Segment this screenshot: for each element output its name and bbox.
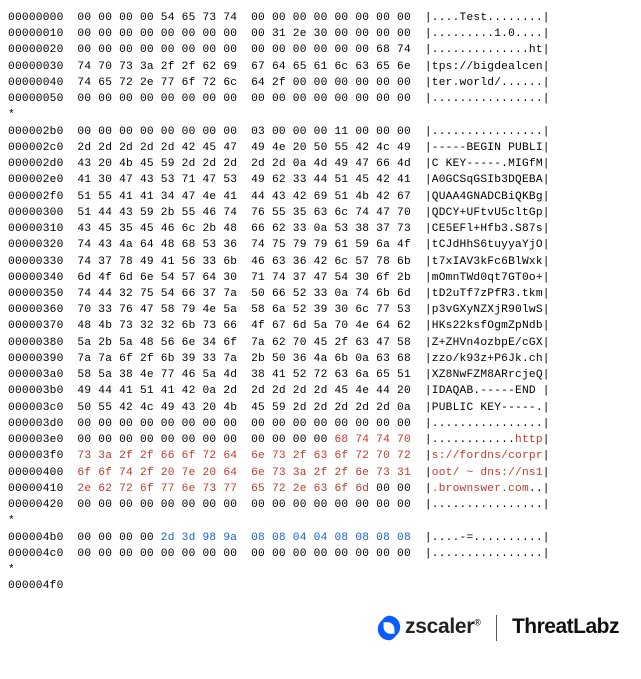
hex-row: 00000340 6d 4f 6d 6e 54 57 64 30 71 74 3…: [8, 270, 633, 286]
hex-row: 00000330 74 37 78 49 41 56 33 6b 46 63 3…: [8, 254, 633, 270]
hex-row: 00000010 00 00 00 00 00 00 00 00 00 31 2…: [8, 26, 633, 42]
hex-row: 000002d0 43 20 4b 45 59 2d 2d 2d 2d 2d 0…: [8, 156, 633, 172]
hex-row: 000003c0 50 55 42 4c 49 43 20 4b 45 59 2…: [8, 400, 633, 416]
hex-row: 00000400 6f 6f 74 2f 20 7e 20 64 6e 73 3…: [8, 465, 633, 481]
hex-row: 00000050 00 00 00 00 00 00 00 00 00 00 0…: [8, 91, 633, 107]
hex-row: 00000300 51 44 43 59 2b 55 46 74 76 55 3…: [8, 205, 633, 221]
hex-row: 000003b0 49 44 41 51 41 42 0a 2d 2d 2d 2…: [8, 383, 633, 399]
hex-row: 00000320 74 43 4a 64 48 68 53 36 74 75 7…: [8, 237, 633, 253]
separator: [496, 615, 497, 641]
hex-row: 00000030 74 70 73 3a 2f 2f 62 69 67 64 6…: [8, 59, 633, 75]
hex-row: 00000380 5a 2b 5a 48 56 6e 34 6f 7a 62 7…: [8, 335, 633, 351]
hex-row: 000002e0 41 30 47 43 53 71 47 53 49 62 3…: [8, 172, 633, 188]
hex-row: 00000040 74 65 72 2e 77 6f 72 6c 64 2f 0…: [8, 75, 633, 91]
hexdump-block: 00000000 00 00 00 00 54 65 73 74 00 00 0…: [8, 10, 633, 594]
hex-row: 00000370 48 4b 73 32 32 6b 73 66 4f 67 6…: [8, 318, 633, 334]
hex-row: 000002c0 2d 2d 2d 2d 2d 42 45 47 49 4e 2…: [8, 140, 633, 156]
hex-row: 00000360 70 33 76 47 58 79 4e 5a 58 6a 5…: [8, 302, 633, 318]
logo-footer: zscaler® ThreatLabz: [8, 612, 633, 642]
hex-row: 00000390 7a 7a 6f 2f 6b 39 33 7a 2b 50 3…: [8, 351, 633, 367]
hex-row: *: [8, 562, 633, 578]
hex-row: 00000420 00 00 00 00 00 00 00 00 00 00 0…: [8, 497, 633, 513]
hex-row: 000003e0 00 00 00 00 00 00 00 00 00 00 0…: [8, 432, 633, 448]
hex-row: 000004c0 00 00 00 00 00 00 00 00 00 00 0…: [8, 546, 633, 562]
hex-row: 00000350 74 44 32 75 54 66 37 7a 50 66 5…: [8, 286, 633, 302]
hex-row: 00000020 00 00 00 00 00 00 00 00 00 00 0…: [8, 42, 633, 58]
hex-row: 000002b0 00 00 00 00 00 00 00 00 03 00 0…: [8, 124, 633, 140]
registered-mark: ®: [474, 618, 481, 628]
hex-row: 000003f0 73 3a 2f 2f 66 6f 72 64 6e 73 2…: [8, 448, 633, 464]
hex-row: 000003a0 58 5a 38 4e 77 46 5a 4d 38 41 5…: [8, 367, 633, 383]
hex-row: 000003d0 00 00 00 00 00 00 00 00 00 00 0…: [8, 416, 633, 432]
hex-row: 000004b0 00 00 00 00 2d 3d 98 9a 08 08 0…: [8, 530, 633, 546]
hex-row: *: [8, 513, 633, 529]
hex-row: *: [8, 107, 633, 123]
hex-row: 00000310 43 45 35 45 46 6c 2b 48 66 62 3…: [8, 221, 633, 237]
hex-row: 000004f0: [8, 578, 633, 594]
zscaler-label: zscaler: [405, 615, 474, 638]
hex-row: 00000000 00 00 00 00 54 65 73 74 00 00 0…: [8, 10, 633, 26]
hex-row: 000002f0 51 55 41 41 34 47 4e 41 44 43 4…: [8, 189, 633, 205]
hex-row: 00000410 2e 62 72 6f 77 6e 73 77 65 72 2…: [8, 481, 633, 497]
zscaler-icon: [376, 615, 402, 641]
threatlabz-label: ThreatLabz: [512, 615, 619, 638]
